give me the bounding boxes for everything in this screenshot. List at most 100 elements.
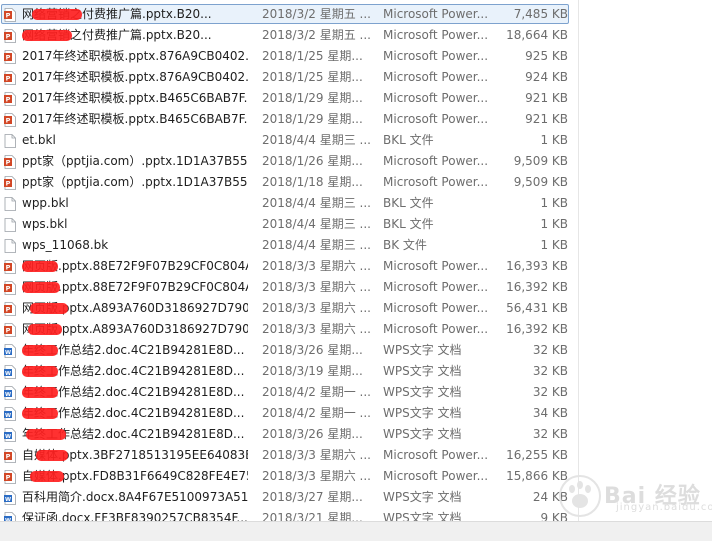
- file-size: 1 KB: [540, 133, 568, 147]
- horizontal-scrollbar[interactable]: [0, 521, 712, 541]
- file-size: 34 KB: [532, 406, 568, 420]
- svg-text:P: P: [6, 96, 11, 104]
- file-name[interactable]: 2017年终述职模板.pptx.876A9CB0402...: [22, 67, 248, 88]
- file-row[interactable]: wpp.bkl 2018/4/4 星期三 ... BKL 文件 1 KB: [0, 193, 712, 214]
- file-row[interactable]: W 年终工作总结2.doc.4C21B94281E8D... 2018/3/26 星…: [0, 424, 712, 445]
- file-row[interactable]: wps.bkl 2018/4/4 星期三 ... BKL 文件 1 KB: [0, 214, 712, 235]
- file-size: 1 KB: [540, 196, 568, 210]
- file-name[interactable]: wps_11068.bk: [22, 235, 248, 256]
- file-row[interactable]: W 年终工作总结2.doc.4C21B94281E8D... 2018/3/19 星…: [0, 361, 712, 382]
- file-row[interactable]: Pppt家（pptjia.com）.pptx.1D1A37B55... 2018/…: [0, 172, 712, 193]
- file-name[interactable]: 2017年终述职模板.pptx.876A9CB0402...: [22, 46, 248, 67]
- file-date: 2018/4/4 星期三 ...: [262, 196, 371, 210]
- file-size: 32 KB: [532, 385, 568, 399]
- file-size: 921 KB: [525, 91, 568, 105]
- file-size: 16,255 KB: [506, 448, 568, 462]
- file-row[interactable]: P 网页版.pptx.A893A760D3186927D790... 2018/3/…: [0, 319, 712, 340]
- file-row[interactable]: P 网络营销之付费推广篇.pptx.B20... 2018/3/2 星期五 ... M…: [0, 4, 712, 25]
- redaction-mark: [22, 408, 58, 419]
- file-size: 18,664 KB: [506, 28, 568, 42]
- file-date: 2018/3/3 星期六 ...: [262, 259, 371, 273]
- redaction-mark: [32, 9, 82, 20]
- file-name[interactable]: ppt家（pptjia.com）.pptx.1D1A37B55...: [22, 151, 248, 172]
- file-size: 9,509 KB: [513, 175, 568, 189]
- file-date: 2018/3/26 星期...: [262, 343, 363, 357]
- file-date: 2018/4/4 星期三 ...: [262, 238, 371, 252]
- file-size: 56,431 KB: [506, 301, 568, 315]
- file-name[interactable]: ppt家（pptjia.com）.pptx.1D1A37B55...: [22, 172, 248, 193]
- redaction-mark: [36, 450, 68, 461]
- svg-text:P: P: [6, 33, 11, 41]
- svg-text:P: P: [6, 75, 11, 83]
- svg-text:W: W: [5, 434, 11, 440]
- redaction-mark: [30, 471, 64, 482]
- file-size: 921 KB: [525, 112, 568, 126]
- file-date: 2018/3/3 星期六 ...: [262, 280, 371, 294]
- file-row[interactable]: P 2017年终述职模板.pptx.B465C6BAB7F... 2018/1/29…: [0, 88, 712, 109]
- svg-text:W: W: [5, 413, 11, 419]
- redaction-mark: [30, 303, 68, 314]
- file-size: 32 KB: [532, 427, 568, 441]
- svg-text:W: W: [5, 392, 11, 398]
- file-row[interactable]: W 年终工作总结2.doc.4C21B94281E8D... 2018/4/2 星期…: [0, 382, 712, 403]
- file-date: 2018/3/3 星期六 ...: [262, 469, 371, 483]
- svg-text:P: P: [6, 180, 11, 188]
- file-date: 2018/4/4 星期三 ...: [262, 217, 371, 231]
- file-row[interactable]: P 网页版.pptx.A893A760D3186927D790... 2018/3/…: [0, 298, 712, 319]
- baidu-watermark: Bai 经验 jingyan.baidu.com: [558, 474, 712, 520]
- svg-text:P: P: [6, 453, 11, 461]
- svg-text:P: P: [6, 264, 11, 272]
- file-size: 16,393 KB: [506, 259, 568, 273]
- redaction-mark: [22, 345, 58, 356]
- file-size: 32 KB: [532, 364, 568, 378]
- file-size: 924 KB: [525, 70, 568, 84]
- file-row[interactable]: P 网页版.pptx.88E72F9F07B29CF0C804A... 2018/3…: [0, 277, 712, 298]
- file-size: 1 KB: [540, 238, 568, 252]
- svg-text:W: W: [5, 350, 11, 356]
- file-date: 2018/3/3 星期六 ...: [262, 301, 371, 315]
- file-row[interactable]: P 2017年终述职模板.pptx.876A9CB0402... 2018/1/25…: [0, 67, 712, 88]
- redaction-mark: [26, 429, 66, 440]
- svg-text:P: P: [6, 117, 11, 125]
- file-date: 2018/3/26 星期...: [262, 427, 363, 441]
- file-size: 15,866 KB: [506, 469, 568, 483]
- file-date: 2018/1/25 星期...: [262, 70, 363, 84]
- file-date: 2018/3/2 星期五 ...: [262, 28, 371, 42]
- file-name[interactable]: wps.bkl: [22, 214, 248, 235]
- file-size: 16,392 KB: [506, 280, 568, 294]
- file-date: 2018/3/3 星期六 ...: [262, 322, 371, 336]
- file-row[interactable]: et.bkl 2018/4/4 星期三 ... BKL 文件 1 KB: [0, 130, 712, 151]
- redaction-mark: [22, 282, 60, 293]
- file-row[interactable]: P 网页版.pptx.88E72F9F07B29CF0C804A... 2018/3…: [0, 256, 712, 277]
- file-date: 2018/1/29 星期...: [262, 91, 363, 105]
- file-date: 2018/1/25 星期...: [262, 49, 363, 63]
- file-date: 2018/1/26 星期...: [262, 154, 363, 168]
- file-name[interactable]: 2017年终述职模板.pptx.B465C6BAB7F...: [22, 88, 248, 109]
- file-row[interactable]: W 年终工作总结2.doc.4C21B94281E8D... 2018/4/2 星期…: [0, 403, 712, 424]
- file-row[interactable]: P 网络营销之付费推广篇.pptx.B20... 2018/3/2 星期五 ... M…: [0, 25, 712, 46]
- watermark-url: jingyan.baidu.com: [616, 502, 712, 513]
- file-size: 925 KB: [525, 49, 568, 63]
- svg-text:P: P: [6, 285, 11, 293]
- file-name[interactable]: wpp.bkl: [22, 193, 248, 214]
- file-row[interactable]: Pppt家（pptjia.com）.pptx.1D1A37B55... 2018/…: [0, 151, 712, 172]
- file-row[interactable]: P 2017年终述职模板.pptx.876A9CB0402... 2018/1/25…: [0, 46, 712, 67]
- file-row[interactable]: P 2017年终述职模板.pptx.B465C6BAB7F... 2018/1/29…: [0, 109, 712, 130]
- file-date: 2018/3/2 星期五 ...: [262, 7, 371, 21]
- file-list: P 网络营销之付费推广篇.pptx.B20... 2018/3/2 星期五 ... M…: [0, 4, 712, 529]
- file-date: 2018/3/3 星期六 ...: [262, 448, 371, 462]
- svg-text:P: P: [6, 306, 11, 314]
- file-size: 32 KB: [532, 343, 568, 357]
- file-date: 2018/3/19 星期...: [262, 364, 363, 378]
- file-size: 7,485 KB: [513, 7, 568, 21]
- file-row[interactable]: W 年终工作总结2.doc.4C21B94281E8D... 2018/3/26 星…: [0, 340, 712, 361]
- file-name[interactable]: 2017年终述职模板.pptx.B465C6BAB7F...: [22, 109, 248, 130]
- file-name[interactable]: et.bkl: [22, 130, 248, 151]
- redaction-mark: [22, 30, 72, 41]
- file-name[interactable]: 百科用简介.docx.8A4F67E5100973A51...: [22, 487, 248, 508]
- file-row[interactable]: P 自媒体.pptx.3BF2718513195EE64083E... 2018/3…: [0, 445, 712, 466]
- redaction-mark: [22, 366, 58, 377]
- file-row[interactable]: wps_11068.bk 2018/4/4 星期三 ... BK 文件 1 KB: [0, 235, 712, 256]
- file-date: 2018/4/2 星期一 ...: [262, 385, 371, 399]
- file-size: 16,392 KB: [506, 322, 568, 336]
